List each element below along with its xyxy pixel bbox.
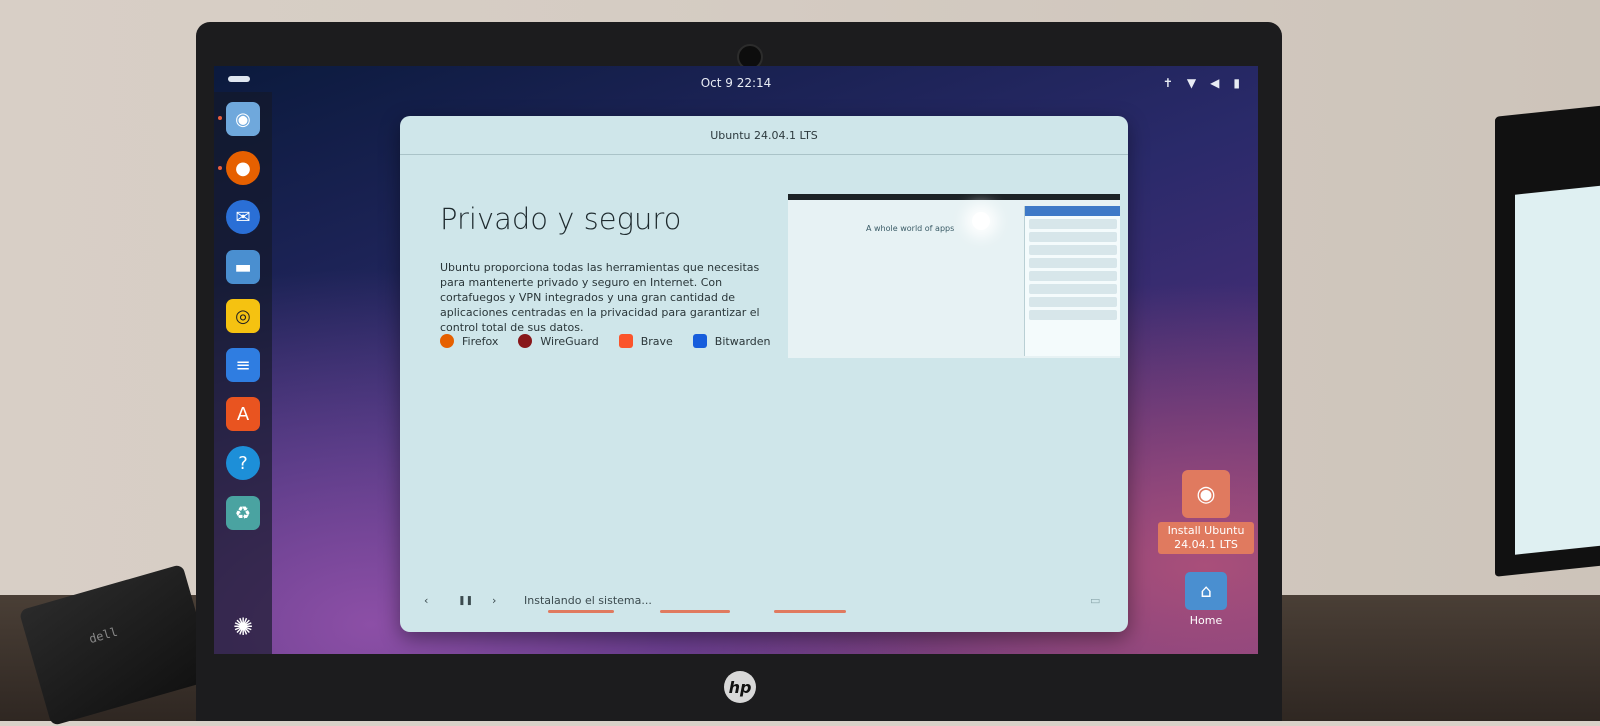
dock-item-thunderbird[interactable]: ✉: [226, 200, 260, 234]
progress-segment: [660, 610, 730, 613]
install-status: Instalando el sistema...: [524, 594, 652, 607]
dock-item-help[interactable]: ?: [226, 446, 260, 480]
install-progress: [548, 610, 858, 613]
featured-apps: Firefox WireGuard Brave Bitwarden: [440, 334, 771, 348]
volume-icon[interactable]: ◀: [1210, 76, 1219, 90]
running-indicator: [218, 166, 222, 170]
home-folder-icon: ⌂: [1185, 572, 1227, 610]
installer-window: Ubuntu 24.04.1 LTS Privado y seguro Ubun…: [400, 116, 1128, 632]
preview-side-panel: [1024, 206, 1120, 356]
slide-body: Ubuntu proporciona todas las herramienta…: [440, 261, 760, 334]
progress-segment: [548, 610, 614, 613]
brave-icon: [618, 334, 633, 348]
next-slide-button[interactable]: ›: [492, 594, 496, 607]
dock-item-libreoffice-writer[interactable]: ≡: [226, 348, 260, 382]
hp-logo: hp: [724, 671, 756, 703]
speaker-icon: ◎: [235, 305, 251, 327]
second-monitor: [1495, 103, 1600, 577]
slideshow-controls: ‹ ❚❚ › Instalando el sistema... ▭: [400, 588, 1128, 618]
slide-heading: Privado y seguro: [440, 202, 682, 236]
desktop-home-label: Home: [1189, 614, 1223, 627]
thunderbird-icon: ✉: [235, 206, 251, 228]
dock-item-show-apps[interactable]: ✺: [226, 610, 260, 644]
wireguard-icon: [518, 334, 533, 348]
preview-caption: A whole world of apps: [866, 224, 955, 233]
battery-icon[interactable]: ▮: [1233, 76, 1240, 90]
app-bitwarden: Bitwarden: [692, 334, 771, 348]
second-monitor-screen: [1515, 182, 1600, 555]
desktop-home[interactable]: ⌂ Home: [1176, 572, 1236, 627]
app-wireguard: WireGuard: [518, 334, 599, 348]
app-brave: Brave: [618, 334, 673, 348]
firefox-icon: [440, 334, 454, 348]
top-bar: Oct 9 22:14 ✝ ▼ ◀ ▮: [214, 66, 1258, 100]
app-label: Brave: [640, 334, 673, 348]
charger-label: dell: [87, 624, 120, 647]
dock-item-app-center[interactable]: A: [226, 397, 260, 431]
log-toggle-icon[interactable]: ▭: [1090, 594, 1100, 607]
folder-icon: ▬: [234, 256, 252, 278]
screen-glare: [972, 212, 990, 230]
app-label: Firefox: [462, 334, 499, 348]
dock-item-install-ubuntu[interactable]: ◉: [226, 102, 260, 136]
bitwarden-icon: [692, 334, 707, 348]
clock[interactable]: Oct 9 22:14: [214, 76, 1258, 90]
window-title: Ubuntu 24.04.1 LTS: [400, 116, 1128, 155]
running-indicator: [218, 116, 222, 120]
dock-item-trash[interactable]: ♻: [226, 496, 260, 530]
pause-button[interactable]: ❚❚: [458, 596, 473, 606]
laptop-screen: Oct 9 22:14 ✝ ▼ ◀ ▮ ◉ ● ✉ ▬ ◎ ≡ A ? ♻ ✺ …: [214, 66, 1258, 654]
wifi-icon[interactable]: ▼: [1187, 76, 1196, 90]
ubuntu-logo-icon: ✺: [232, 613, 254, 641]
help-icon: ?: [238, 452, 248, 474]
installer-icon: ◉: [1182, 470, 1230, 518]
slide-preview-image: A whole world of apps: [788, 194, 1120, 358]
firefox-icon: ●: [235, 157, 251, 179]
desktop-install-label: Install Ubuntu 24.04.1 LTS: [1158, 522, 1254, 554]
app-label: WireGuard: [540, 334, 599, 348]
system-tray[interactable]: ✝ ▼ ◀ ▮: [1163, 76, 1240, 90]
app-label: Bitwarden: [714, 334, 771, 348]
preview-topbar: [788, 194, 1120, 200]
document-icon: ≡: [235, 354, 251, 376]
desktop-install-ubuntu[interactable]: ◉ Install Ubuntu 24.04.1 LTS: [1158, 470, 1254, 554]
progress-segment: [774, 610, 846, 613]
dock: ◉ ● ✉ ▬ ◎ ≡ A ? ♻ ✺: [214, 92, 272, 654]
prev-slide-button[interactable]: ‹: [424, 594, 428, 607]
app-store-icon: A: [236, 403, 250, 425]
app-firefox: Firefox: [440, 334, 498, 348]
accessibility-icon[interactable]: ✝: [1163, 76, 1173, 90]
dock-item-files[interactable]: ▬: [226, 250, 260, 284]
trash-icon: ♻: [234, 502, 252, 524]
installer-icon: ◉: [235, 108, 251, 130]
dock-item-firefox[interactable]: ●: [226, 151, 260, 185]
dock-item-rhythmbox[interactable]: ◎: [226, 299, 260, 333]
